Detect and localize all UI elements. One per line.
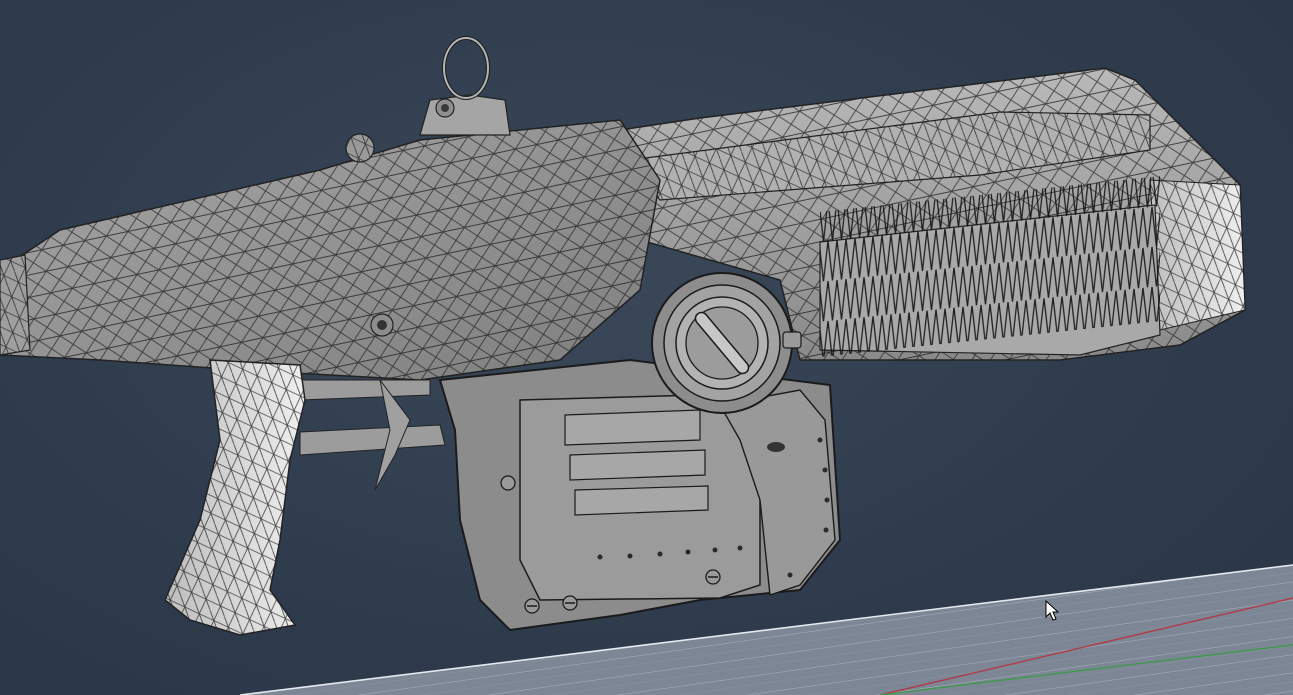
3d-viewport[interactable] — [0, 0, 1293, 695]
side-latch[interactable] — [782, 331, 802, 349]
arrow-cursor-icon — [1045, 600, 1059, 621]
trigger-guard — [299, 424, 446, 456]
rifle-model[interactable] — [0, 36, 1246, 636]
scene-canvas[interactable] — [0, 0, 1293, 695]
side-slot — [767, 442, 785, 452]
rear-sight[interactable] — [419, 36, 511, 136]
drum-dial[interactable] — [651, 272, 793, 414]
